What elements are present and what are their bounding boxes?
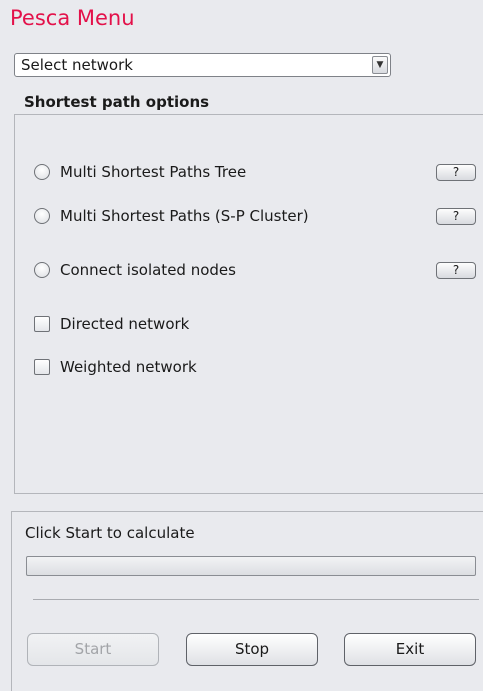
app-title: Pesca Menu (10, 6, 135, 30)
radio-multi-shortest-paths-tree[interactable]: Multi Shortest Paths Tree (34, 162, 246, 182)
divider (33, 599, 479, 600)
checkbox[interactable] (34, 359, 50, 375)
progress-bar (26, 556, 476, 576)
radio-connect-isolated-nodes[interactable]: Connect isolated nodes (34, 260, 236, 280)
help-button-cluster[interactable]: ? (436, 208, 476, 225)
radio-multi-shortest-paths-cluster[interactable]: Multi Shortest Paths (S-P Cluster) (34, 206, 309, 226)
radio-button[interactable] (34, 262, 50, 278)
stop-button[interactable]: Stop (186, 633, 318, 666)
start-button[interactable]: Start (27, 633, 159, 666)
section-title: Shortest path options (24, 93, 210, 111)
checkbox-directed-network[interactable]: Directed network (34, 314, 189, 334)
chevron-down-icon[interactable]: ▼ (372, 56, 388, 74)
network-select[interactable]: Select network ▼ (14, 53, 391, 77)
help-button-tree[interactable]: ? (436, 164, 476, 181)
radio-button[interactable] (34, 208, 50, 224)
radio-label: Multi Shortest Paths (S-P Cluster) (60, 207, 309, 225)
network-select-value: Select network (21, 56, 133, 74)
checkbox-label: Directed network (60, 315, 190, 333)
checkbox-weighted-network[interactable]: Weighted network (34, 357, 197, 377)
checkbox[interactable] (34, 316, 50, 332)
status-text: Click Start to calculate (25, 524, 195, 542)
radio-button[interactable] (34, 164, 50, 180)
radio-label: Connect isolated nodes (60, 261, 236, 279)
checkbox-label: Weighted network (60, 358, 197, 376)
exit-button[interactable]: Exit (344, 633, 476, 666)
help-button-isolated[interactable]: ? (436, 262, 476, 279)
radio-label: Multi Shortest Paths Tree (60, 163, 247, 181)
